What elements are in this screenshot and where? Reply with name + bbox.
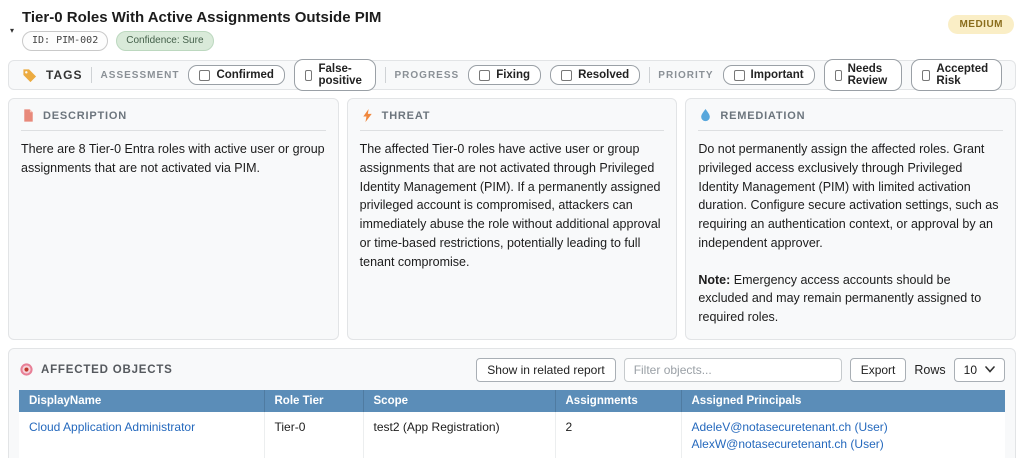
- finding-id-badge: ID: PIM-002: [22, 31, 108, 51]
- tag-group-progress-label: PROGRESS: [395, 70, 460, 81]
- rows-per-page-select[interactable]: 10: [954, 358, 1005, 382]
- scope-cell: test2 (App Registration): [363, 412, 555, 458]
- tag-label: Accepted Risk: [936, 63, 991, 87]
- tag-confirmed-checkbox[interactable]: Confirmed: [188, 65, 285, 85]
- severity-badge: MEDIUM: [948, 15, 1014, 34]
- assignments-cell: 2: [555, 412, 681, 458]
- checkbox-icon: [561, 70, 572, 81]
- tag-important-checkbox[interactable]: Important: [723, 65, 815, 85]
- tag-label: Important: [751, 69, 804, 81]
- role-link[interactable]: Cloud Application Administrator: [29, 420, 195, 434]
- column-header-role-tier[interactable]: Role Tier: [264, 390, 363, 412]
- panel-title: REMEDIATION: [720, 110, 805, 122]
- tag-icon: [22, 68, 37, 83]
- tag-needs-review-checkbox[interactable]: Needs Review: [824, 59, 903, 91]
- divider: [698, 130, 1003, 131]
- collapse-caret-icon[interactable]: ▾: [10, 26, 14, 35]
- confidence-badge: Confidence: Sure: [116, 31, 213, 51]
- description-text: There are 8 Tier-0 Entra roles with acti…: [21, 140, 326, 178]
- tag-label: Resolved: [578, 69, 629, 81]
- tag-label: Fixing: [496, 69, 530, 81]
- panel-title: THREAT: [382, 110, 431, 122]
- table-controls: Show in related report Export Rows 10: [476, 358, 1005, 382]
- note-text: Emergency access accounts should be excl…: [698, 273, 981, 325]
- checkbox-icon: [199, 70, 210, 81]
- tag-false-positive-checkbox[interactable]: False-positive: [294, 59, 376, 91]
- note-label: Note:: [698, 273, 730, 287]
- filter-objects-input[interactable]: [624, 358, 842, 382]
- checkbox-icon: [305, 70, 313, 81]
- checkbox-icon: [835, 70, 842, 81]
- principal-link[interactable]: AdeleV@notasecuretenant.ch (User): [692, 419, 996, 436]
- description-panel: DESCRIPTION There are 8 Tier-0 Entra rol…: [8, 98, 339, 340]
- badges-row: ID: PIM-002 Confidence: Sure: [22, 31, 1016, 51]
- affected-objects-panel: AFFECTED OBJECTS Show in related report …: [8, 348, 1016, 458]
- column-header-scope[interactable]: Scope: [363, 390, 555, 412]
- info-panels-row: DESCRIPTION There are 8 Tier-0 Entra rol…: [8, 98, 1016, 340]
- target-icon: [19, 362, 34, 377]
- tag-group-priority-label: PRIORITY: [658, 70, 713, 81]
- tags-label: TAGS: [46, 68, 82, 82]
- affected-objects-table: DisplayName Role Tier Scope Assignments …: [19, 390, 1005, 458]
- finding-report-page: ▾ Tier-0 Roles With Active Assignments O…: [0, 0, 1024, 458]
- affected-objects-title: AFFECTED OBJECTS: [41, 364, 173, 376]
- panel-title: DESCRIPTION: [43, 110, 127, 122]
- checkbox-icon: [734, 70, 745, 81]
- report-header: ▾ Tier-0 Roles With Active Assignments O…: [8, 6, 1016, 51]
- tag-group-assessment-label: ASSESSMENT: [101, 70, 180, 81]
- checkbox-icon: [479, 70, 490, 81]
- document-icon: [21, 108, 36, 123]
- remediation-note: Note: Emergency access accounts should b…: [698, 271, 1003, 327]
- divider: [21, 130, 326, 131]
- rows-value: 10: [964, 363, 977, 377]
- lightning-icon: [360, 108, 375, 123]
- role-tier-cell: Tier-0: [264, 412, 363, 458]
- page-title: Tier-0 Roles With Active Assignments Out…: [22, 6, 1016, 26]
- table-row: Cloud Application Administrator Tier-0 t…: [19, 412, 1005, 458]
- tag-fixing-checkbox[interactable]: Fixing: [468, 65, 541, 85]
- remediation-text: Do not permanently assign the affected r…: [698, 140, 1003, 253]
- chevron-down-icon: [985, 366, 995, 373]
- tag-resolved-checkbox[interactable]: Resolved: [550, 65, 640, 85]
- droplet-icon: [698, 108, 713, 123]
- threat-text: The affected Tier-0 roles have active us…: [360, 140, 665, 271]
- checkbox-icon: [922, 70, 930, 81]
- column-header-displayname[interactable]: DisplayName: [19, 390, 264, 412]
- affected-objects-header: AFFECTED OBJECTS Show in related report …: [19, 358, 1005, 382]
- column-header-assigned-principals[interactable]: Assigned Principals: [681, 390, 1005, 412]
- principals-cell: AdeleV@notasecuretenant.ch (User) AlexW@…: [681, 412, 1005, 458]
- table-header-row: DisplayName Role Tier Scope Assignments …: [19, 390, 1005, 412]
- tags-bar: TAGS ASSESSMENT Confirmed False-positive…: [8, 60, 1016, 90]
- tag-label: Needs Review: [848, 63, 892, 87]
- tag-label: False-positive: [318, 63, 365, 87]
- divider: [360, 130, 665, 131]
- rows-label: Rows: [914, 363, 945, 377]
- principal-link[interactable]: AlexW@notasecuretenant.ch (User): [692, 436, 996, 453]
- export-button[interactable]: Export: [850, 358, 907, 382]
- show-related-report-button[interactable]: Show in related report: [476, 358, 615, 382]
- tag-label: Confirmed: [216, 69, 274, 81]
- threat-panel: THREAT The affected Tier-0 roles have ac…: [347, 98, 678, 340]
- tag-accepted-risk-checkbox[interactable]: Accepted Risk: [911, 59, 1002, 91]
- column-header-assignments[interactable]: Assignments: [555, 390, 681, 412]
- remediation-panel: REMEDIATION Do not permanently assign th…: [685, 98, 1016, 340]
